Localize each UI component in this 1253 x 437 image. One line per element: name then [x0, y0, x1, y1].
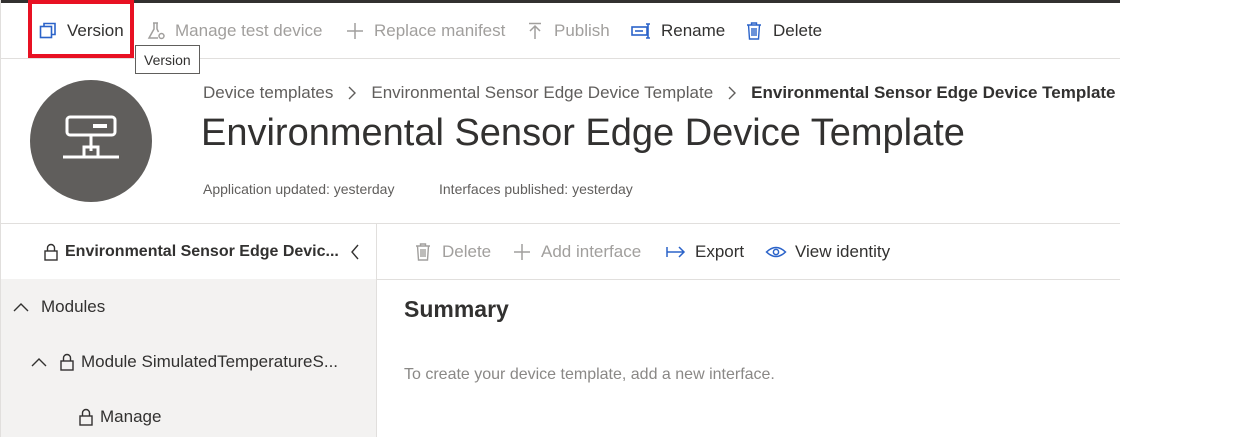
trash-icon	[412, 241, 434, 263]
plus-icon	[511, 241, 533, 263]
lock-icon	[43, 243, 59, 261]
tree-item-module[interactable]: Module SimulatedTemperatureS...	[1, 334, 376, 389]
version-tooltip: Version	[135, 45, 200, 74]
tree-item-modules[interactable]: Modules	[1, 279, 376, 334]
template-tree-label[interactable]: Environmental Sensor Edge Devic...	[65, 243, 339, 261]
interface-delete-label: Delete	[442, 241, 492, 261]
interfaces-published-text: Interfaces published: yesterday	[439, 181, 633, 197]
version-button[interactable]: Version	[37, 3, 124, 58]
version-label: Version	[67, 20, 124, 40]
collapse-pane-icon[interactable]	[349, 244, 365, 260]
version-icon	[37, 20, 59, 42]
tree-item-manage[interactable]: Manage	[1, 389, 376, 437]
trash-icon	[743, 20, 765, 42]
template-tree-header: Environmental Sensor Edge Devic...	[1, 224, 376, 279]
publish-button[interactable]: Publish	[524, 3, 610, 58]
upload-icon	[524, 20, 546, 42]
view-identity-label: View identity	[795, 241, 891, 261]
chevron-up-icon	[31, 354, 47, 370]
tree-item-label: Modules	[41, 296, 106, 316]
interface-delete-button[interactable]: Delete	[412, 224, 491, 279]
chevron-up-icon	[13, 299, 29, 315]
export-button[interactable]: Export	[665, 224, 744, 279]
export-arrow-icon	[665, 241, 687, 263]
delete-button[interactable]: Delete	[743, 3, 822, 58]
app-updated-text: Application updated: yesterday	[203, 181, 395, 197]
lock-icon	[78, 408, 94, 426]
rename-label: Rename	[661, 20, 726, 40]
tree-item-label: Module SimulatedTemperatureS...	[81, 351, 339, 371]
lock-icon	[59, 353, 75, 371]
app-window: Version Manage test device Replace manif…	[0, 0, 1120, 437]
rename-button[interactable]: Rename	[631, 3, 725, 58]
view-identity-button[interactable]: View identity	[765, 224, 890, 279]
publish-label: Publish	[554, 20, 610, 40]
breadcrumb: Device templates Environmental Sensor Ed…	[203, 80, 1116, 106]
breadcrumb-device-templates[interactable]: Device templates	[203, 83, 333, 103]
eye-icon	[765, 241, 787, 263]
chevron-right-icon	[727, 86, 737, 100]
replace-manifest-button[interactable]: Replace manifest	[344, 3, 505, 58]
rename-icon	[631, 20, 653, 42]
chevron-right-icon	[347, 86, 357, 100]
plus-icon	[344, 20, 366, 42]
add-interface-label: Add interface	[541, 241, 642, 261]
breadcrumb-template[interactable]: Environmental Sensor Edge Device Templat…	[371, 83, 713, 103]
flask-gear-icon	[145, 20, 167, 42]
summary-title: Summary	[404, 296, 509, 322]
breadcrumb-current: Environmental Sensor Edge Device Templat…	[751, 83, 1116, 102]
delete-label: Delete	[773, 20, 823, 40]
left-pane: Environmental Sensor Edge Devic... Modul…	[1, 224, 377, 437]
interface-command-bar: Delete Add interface Export View identit…	[377, 224, 1120, 280]
manage-test-device-label: Manage test device	[175, 20, 323, 40]
network-device-icon	[59, 107, 123, 176]
page-title: Environmental Sensor Edge Device Templat…	[201, 112, 965, 154]
summary-empty-text: To create your device template, add a ne…	[404, 366, 775, 383]
tree-item-label: Manage	[100, 406, 162, 426]
template-tree: Modules Module SimulatedTemperatureS... …	[1, 279, 376, 437]
replace-manifest-label: Replace manifest	[374, 20, 506, 40]
export-label: Export	[695, 241, 745, 261]
device-template-avatar	[30, 80, 152, 202]
add-interface-button[interactable]: Add interface	[511, 224, 641, 279]
